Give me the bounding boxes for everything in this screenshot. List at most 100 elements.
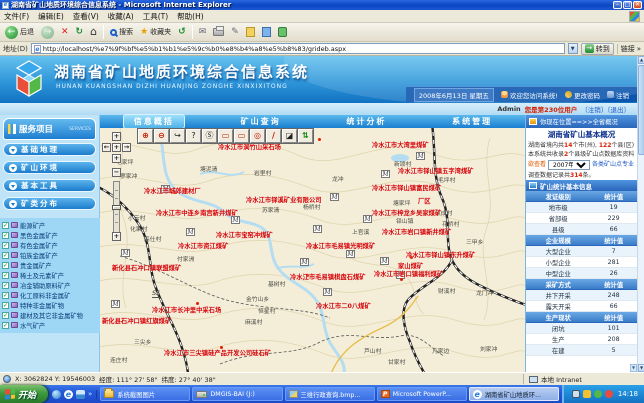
pan-down-button[interactable]: +: [112, 154, 121, 163]
mine-marker-icon[interactable]: M: [231, 216, 240, 224]
checkbox-icon[interactable]: ✓: [2, 312, 9, 319]
mine-marker-icon[interactable]: M: [186, 228, 195, 236]
mineral-type-item[interactable]: ✓黑色金属矿产: [2, 230, 100, 240]
mine-label[interactable]: 冷水江市毛易镇光明煤矿: [306, 241, 375, 250]
checkbox-icon[interactable]: ✓: [2, 302, 9, 309]
mine-label[interactable]: 新化县石冲口镇红旗煤矿: [102, 316, 171, 325]
tab[interactable]: 信息概括: [123, 114, 185, 129]
checkbox-icon[interactable]: ✓: [2, 232, 9, 239]
zoom-slider-track[interactable]: [113, 181, 120, 233]
sidebar-section-button[interactable]: 矿类分布: [3, 197, 96, 210]
print-button[interactable]: [211, 27, 226, 37]
mine-marker-icon[interactable]: M: [346, 250, 355, 258]
menu-item[interactable]: 收藏(A): [108, 11, 134, 22]
close-button[interactable]: ✕: [633, 1, 642, 9]
sidebar-section-button[interactable]: 基本工具: [3, 179, 96, 192]
checkbox-icon[interactable]: ✓: [2, 262, 9, 269]
checkbox-icon[interactable]: ✓: [2, 322, 9, 329]
mineral-type-item[interactable]: ✓能源矿产: [2, 220, 100, 230]
address-dropdown-button[interactable]: ▼: [568, 43, 578, 54]
mail-button[interactable]: ✉: [197, 26, 209, 38]
checkbox-icon[interactable]: ✓: [2, 242, 9, 249]
mine-marker-icon[interactable]: M: [363, 215, 372, 223]
mine-label[interactable]: 新化县石冲口镇联盟煤矿: [112, 263, 181, 272]
mineral-type-item[interactable]: ✓特种非金属矿物: [2, 300, 100, 310]
mine-marker-icon[interactable]: M: [313, 225, 322, 233]
mineral-type-item[interactable]: ✓建材及其它非金属矿物: [2, 310, 100, 320]
messenger-button[interactable]: [276, 26, 289, 38]
checkbox-icon[interactable]: ✓: [2, 222, 9, 229]
pan-right-button[interactable]: →: [122, 143, 131, 152]
task-button[interactable]: e湖南省矿山地质环...: [469, 387, 559, 401]
checkbox-icon[interactable]: ✓: [2, 272, 9, 279]
history-button[interactable]: ↺: [176, 26, 188, 38]
full-extent-button[interactable]: ⇅: [298, 129, 313, 143]
links-button[interactable]: 链接 »: [617, 44, 641, 54]
home-button[interactable]: ⌂: [88, 26, 99, 38]
menu-item[interactable]: 文件(F): [4, 11, 29, 22]
mine-label[interactable]: 冷水江市毛易镇棋盘石煤矿: [290, 272, 366, 281]
select-rect-button[interactable]: ▭: [218, 129, 233, 143]
menu-item[interactable]: 工具(T): [143, 11, 168, 22]
alert-tray-icon[interactable]: [605, 390, 613, 398]
mine-label[interactable]: 冷水江市长冲里中采石场: [152, 305, 221, 314]
mine-marker-icon[interactable]: M: [380, 257, 389, 265]
favorites-button[interactable]: ★收藏夹: [138, 26, 173, 38]
antivirus-tray-icon[interactable]: [594, 390, 602, 398]
scroll-thumb[interactable]: [638, 65, 644, 155]
mine-marker-icon[interactable]: M: [300, 258, 309, 266]
tab[interactable]: 系统管理: [442, 115, 502, 128]
mine-label[interactable]: 冷水江市岩口镇福利煤矿: [374, 269, 443, 278]
mineral-type-item[interactable]: ✓有色金属矿产: [2, 240, 100, 250]
checkbox-icon[interactable]: ✓: [2, 252, 9, 259]
update-tray-icon[interactable]: [583, 390, 591, 398]
mine-label[interactable]: 冷水江市宝窑冲煤矿: [216, 230, 273, 239]
zoom-in-button[interactable]: ⊕: [138, 129, 153, 143]
stop-button[interactable]: ✕: [59, 26, 71, 38]
search-button[interactable]: 搜索: [108, 26, 135, 38]
logout-link[interactable]: 注销: [607, 90, 629, 100]
mineral-type-item[interactable]: ✓铂族金属矿产: [2, 250, 100, 260]
mine-label[interactable]: 冷水江市铎山镇东升煤矿: [406, 250, 475, 259]
discuss-button[interactable]: [260, 26, 273, 38]
maximize-button[interactable]: □: [623, 1, 632, 9]
scroll-down-arrow[interactable]: ▼: [638, 364, 644, 372]
map-canvas[interactable]: 毛家坪寥家冲塘泥清岩里村龙冲新颂村毛坪村苏家清杨桥村塘家坪泉成村铎山镇花桥村上官…: [100, 128, 525, 372]
mine-label[interactable]: 冷水江市中连乡南宫新井煤矿: [156, 208, 238, 217]
menu-item[interactable]: 帮助(H): [177, 11, 204, 22]
erase-button[interactable]: ◪: [282, 129, 297, 143]
pan-left-button[interactable]: ←: [102, 143, 111, 152]
edit-button[interactable]: ✎: [229, 26, 241, 38]
pan-center-button[interactable]: +: [112, 143, 121, 152]
mine-label[interactable]: 冷水江市三尖镇硅产品开发公司硅石矿: [164, 348, 271, 357]
display-tray-icon[interactable]: [572, 390, 580, 398]
mineral-type-item[interactable]: ✓化工原料非金属矿: [2, 290, 100, 300]
mine-marker-icon[interactable]: M: [111, 300, 120, 308]
start-button[interactable]: 开始: [0, 385, 48, 403]
sidebar-section-button[interactable]: 基础地理: [3, 143, 96, 156]
user-links[interactable]: 〔注销〕〔退出〕: [581, 104, 630, 114]
mineral-type-item[interactable]: ✓稀土及元素矿产: [2, 270, 100, 280]
mineral-type-item[interactable]: ✓贵金属矿产: [2, 260, 100, 270]
mine-marker-icon[interactable]: M: [121, 249, 130, 257]
pan-button[interactable]: ↪: [170, 129, 185, 143]
mine-label[interactable]: 冷水江市大湾里煤矿: [372, 140, 429, 149]
quick-launch-more[interactable]: »: [88, 390, 92, 399]
panel-scroll-arrow[interactable]: ▼: [630, 364, 637, 372]
mine-label[interactable]: 冷水江市城郊建材厂: [144, 186, 201, 195]
mine-label[interactable]: 厂区: [418, 196, 431, 205]
notes-button[interactable]: [244, 26, 257, 38]
menu-item[interactable]: 编辑(E): [38, 11, 64, 22]
stop-draw-button[interactable]: Ⓢ: [202, 129, 217, 143]
mine-marker-icon[interactable]: M: [381, 170, 390, 178]
mine-label[interactable]: 冷水江市二0八煤矿: [316, 301, 371, 310]
draw-line-button[interactable]: ∕: [266, 129, 281, 143]
task-button[interactable]: DMGIS-BAI (J:): [192, 387, 282, 401]
task-button[interactable]: 系统截图图片: [100, 387, 190, 401]
task-button[interactable]: 三维行政查询.bmp...: [285, 387, 375, 401]
tab[interactable]: 矿山查询: [231, 115, 291, 128]
zoom-out-nav-button[interactable]: −: [112, 168, 121, 177]
zoom-out-button[interactable]: ⊖: [154, 129, 169, 143]
zoom-in-nav-button[interactable]: +: [112, 232, 121, 241]
sidebar-section-button[interactable]: 矿山环境: [3, 161, 96, 174]
